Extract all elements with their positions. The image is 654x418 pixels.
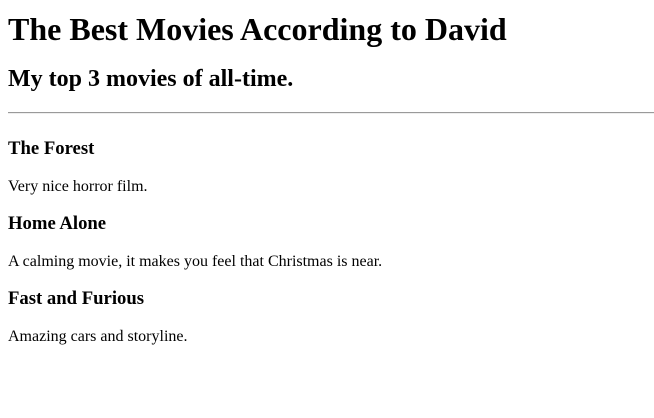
page-subtitle: My top 3 movies of all-time. <box>8 66 294 92</box>
movie-entry: Home Alone A calming movie, it makes you… <box>8 213 654 271</box>
movie-entry: Fast and Furious Amazing cars and storyl… <box>8 288 654 346</box>
movie-description: Amazing cars and storyline. <box>8 328 188 345</box>
divider <box>8 112 654 114</box>
movie-description: Very nice horror film. <box>8 178 148 195</box>
movie-entry: The Forest Very nice horror film. <box>8 138 654 196</box>
page-content: The Best Movies According to David My to… <box>0 11 654 346</box>
movie-title: Fast and Furious <box>8 288 145 309</box>
movie-title: Home Alone <box>8 213 107 234</box>
movie-title: The Forest <box>8 138 95 159</box>
page-title: The Best Movies According to David <box>8 11 507 47</box>
movie-description: A calming movie, it makes you feel that … <box>8 253 383 270</box>
